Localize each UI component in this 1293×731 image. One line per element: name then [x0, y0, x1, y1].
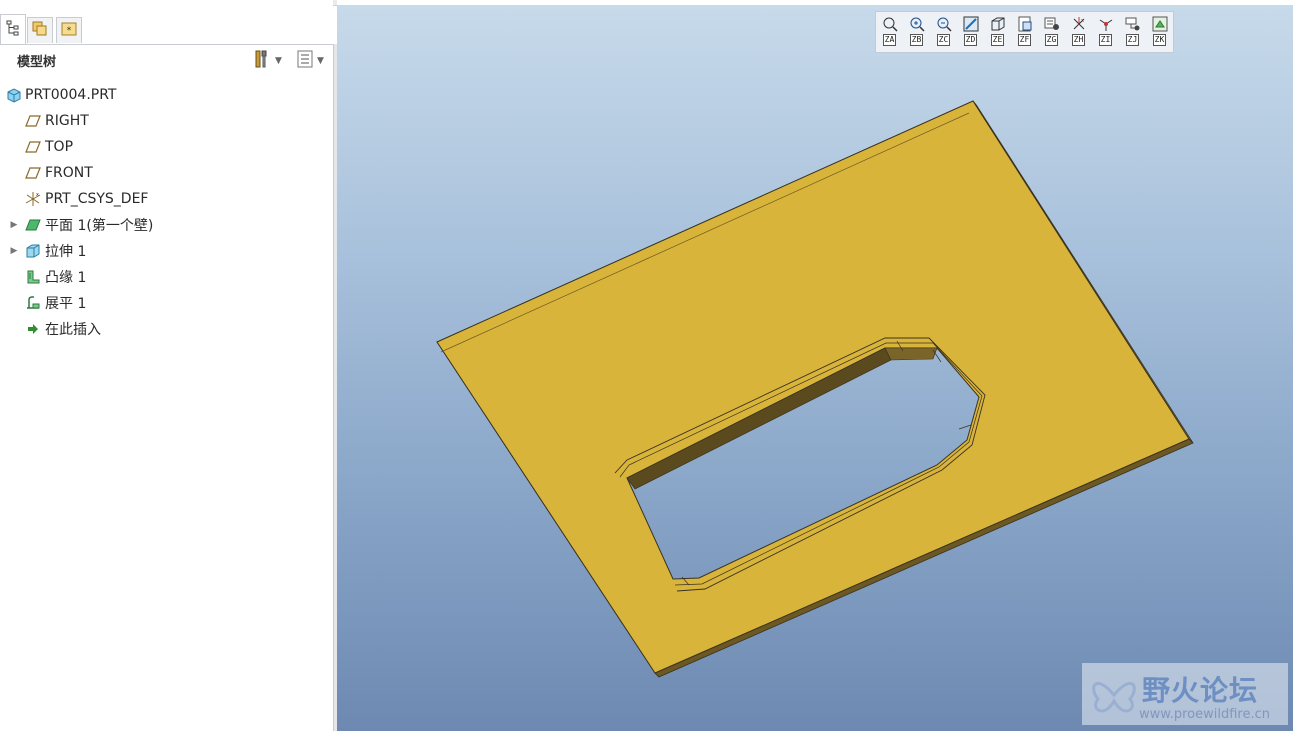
watermark-title: 野火论坛 — [1142, 674, 1259, 707]
expand-arrow-icon[interactable]: ▶ — [9, 220, 19, 230]
display-style-icon — [989, 15, 1007, 33]
tree-item-label: 展平 1 — [45, 296, 87, 312]
model-tree-header: 模型树 ▼ ▼ — [0, 44, 333, 75]
tree-item-label: RIGHT — [45, 113, 89, 129]
panel-title: 模型树 — [17, 54, 57, 70]
key-tip: ZI — [1098, 34, 1113, 46]
datum-plane-icon — [24, 112, 42, 130]
tree-item-part[interactable]: PRT0004.PRT — [0, 82, 333, 108]
saved-views-icon — [1016, 15, 1034, 33]
show-menu-button[interactable]: ▼ — [297, 50, 324, 72]
spin-center-icon — [1097, 15, 1115, 33]
flange-icon — [24, 268, 42, 286]
appearance-icon — [1151, 15, 1169, 33]
tools-icon — [253, 49, 271, 73]
key-tip: ZH — [1071, 34, 1086, 46]
coordinate-system-icon: x — [24, 190, 42, 208]
tree-item-label: 在此插入 — [45, 322, 101, 338]
insert-here-arrow-icon — [24, 320, 42, 338]
repaint-icon — [962, 15, 980, 33]
tree-item-label: FRONT — [45, 165, 93, 181]
svg-text:x: x — [36, 192, 39, 198]
tree-item-label: PRT_CSYS_DEF — [45, 191, 149, 207]
watermark-url: www.proewildfire.cn — [1139, 707, 1270, 722]
chevron-down-icon: ▼ — [275, 56, 282, 66]
model-tree: PRT0004.PRT RIGHT TOP FRONT x PRT_CSYS_D… — [0, 82, 333, 342]
tree-item-label: TOP — [45, 139, 74, 155]
tree-item-right[interactable]: RIGHT — [0, 108, 333, 134]
favorites-icon: * — [60, 20, 78, 42]
layers-icon — [31, 20, 49, 42]
tree-item-extrude[interactable]: ▶ 拉伸 1 — [0, 238, 333, 264]
tree-item-flange[interactable]: 凸缘 1 — [0, 264, 333, 290]
zoom-in-button[interactable]: ZB — [903, 12, 930, 52]
graphics-toolbar: ZA ZB ZC ZD ZE ZF ZG x ZH ZI ZJ ZK — [875, 11, 1174, 53]
datum-display-button[interactable]: x ZH — [1065, 12, 1092, 52]
planar-wall-icon — [24, 216, 42, 234]
datum-plane-icon — [24, 138, 42, 156]
extrude-icon — [24, 242, 42, 260]
datum-plane-icon — [24, 164, 42, 182]
display-style-button[interactable]: ZE — [984, 12, 1011, 52]
key-tip: ZE — [990, 34, 1005, 46]
sheetmetal-model[interactable] — [337, 5, 1293, 731]
tree-item-csys[interactable]: x PRT_CSYS_DEF — [0, 186, 333, 212]
tree-item-front[interactable]: FRONT — [0, 160, 333, 186]
view-manager-icon — [1043, 15, 1061, 33]
key-tip: ZB — [909, 34, 924, 46]
chevron-down-icon: ▼ — [317, 56, 324, 66]
appearance-button[interactable]: ZK — [1146, 12, 1173, 52]
key-tip: ZA — [882, 34, 897, 46]
tree-item-label: 平面 1(第一个壁) — [45, 218, 154, 234]
tree-item-label: 凸缘 1 — [45, 270, 87, 286]
annotation-display-icon — [1124, 15, 1142, 33]
tree-item-planar-wall[interactable]: ▶ 平面 1(第一个壁) — [0, 212, 333, 238]
zoom-out-button[interactable]: ZC — [930, 12, 957, 52]
key-tip: ZD — [963, 34, 978, 46]
tree-item-label: 拉伸 1 — [45, 244, 87, 260]
watermark: 野火论坛 www.proewildfire.cn — [1082, 663, 1288, 725]
graphics-window[interactable]: ZA ZB ZC ZD ZE ZF ZG x ZH ZI ZJ ZK 野火论坛 … — [337, 5, 1293, 731]
tree-item-unbend[interactable]: 展平 1 — [0, 290, 333, 316]
key-tip: ZC — [936, 34, 951, 46]
tree-settings-button[interactable]: ▼ — [253, 49, 282, 73]
view-manager-button[interactable]: ZG — [1038, 12, 1065, 52]
layers-tab[interactable] — [27, 17, 53, 43]
zoom-in-icon — [908, 15, 926, 33]
repaint-button[interactable]: ZD — [957, 12, 984, 52]
part-icon — [5, 86, 23, 104]
datum-display-icon: x — [1070, 15, 1088, 33]
model-tree-tab[interactable] — [0, 14, 26, 45]
navigator-panel: * 模型树 ▼ ▼ PRT0004.PRT RIGHT TOP FRONT x … — [0, 0, 333, 731]
butterfly-logo-icon — [1092, 681, 1136, 713]
expand-arrow-icon[interactable]: ▶ — [9, 246, 19, 256]
key-tip: ZF — [1017, 34, 1032, 46]
key-tip: ZK — [1152, 34, 1167, 46]
svg-text:x: x — [1081, 18, 1084, 24]
svg-text:*: * — [67, 26, 72, 36]
list-icon — [297, 50, 313, 72]
unbend-icon — [24, 294, 42, 312]
tree-item-insert-here[interactable]: 在此插入 — [0, 316, 333, 342]
annotation-display-button[interactable]: ZJ — [1119, 12, 1146, 52]
zoom-out-icon — [935, 15, 953, 33]
key-tip: ZG — [1044, 34, 1059, 46]
model-tree-icon — [6, 20, 20, 40]
tree-item-top[interactable]: TOP — [0, 134, 333, 160]
tree-item-label: PRT0004.PRT — [25, 87, 117, 103]
refit-button[interactable]: ZA — [876, 12, 903, 52]
favorites-tab[interactable]: * — [56, 17, 82, 43]
key-tip: ZJ — [1125, 34, 1140, 46]
spin-center-button[interactable]: ZI — [1092, 12, 1119, 52]
refit-icon — [881, 15, 899, 33]
saved-views-button[interactable]: ZF — [1011, 12, 1038, 52]
